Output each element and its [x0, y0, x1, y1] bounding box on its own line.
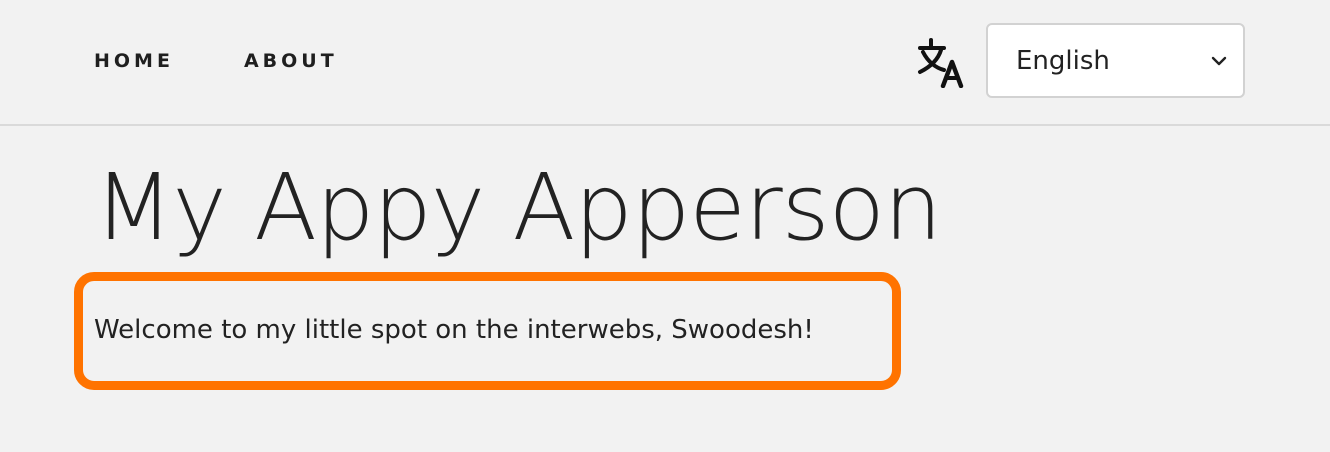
- nav-link-home[interactable]: HOME: [94, 48, 174, 74]
- page-title: My Appy Apperson: [94, 154, 942, 261]
- nav-link-about[interactable]: ABOUT: [244, 48, 338, 74]
- language-select-value: English: [1016, 45, 1110, 76]
- language-select[interactable]: English: [986, 23, 1245, 98]
- main-nav: HOME ABOUT: [94, 48, 338, 74]
- welcome-message: Welcome to my little spot on the interwe…: [94, 315, 814, 345]
- translate-icon: [918, 38, 964, 88]
- chevron-down-icon: [1211, 56, 1227, 66]
- site-header: HOME ABOUT English: [0, 0, 1330, 126]
